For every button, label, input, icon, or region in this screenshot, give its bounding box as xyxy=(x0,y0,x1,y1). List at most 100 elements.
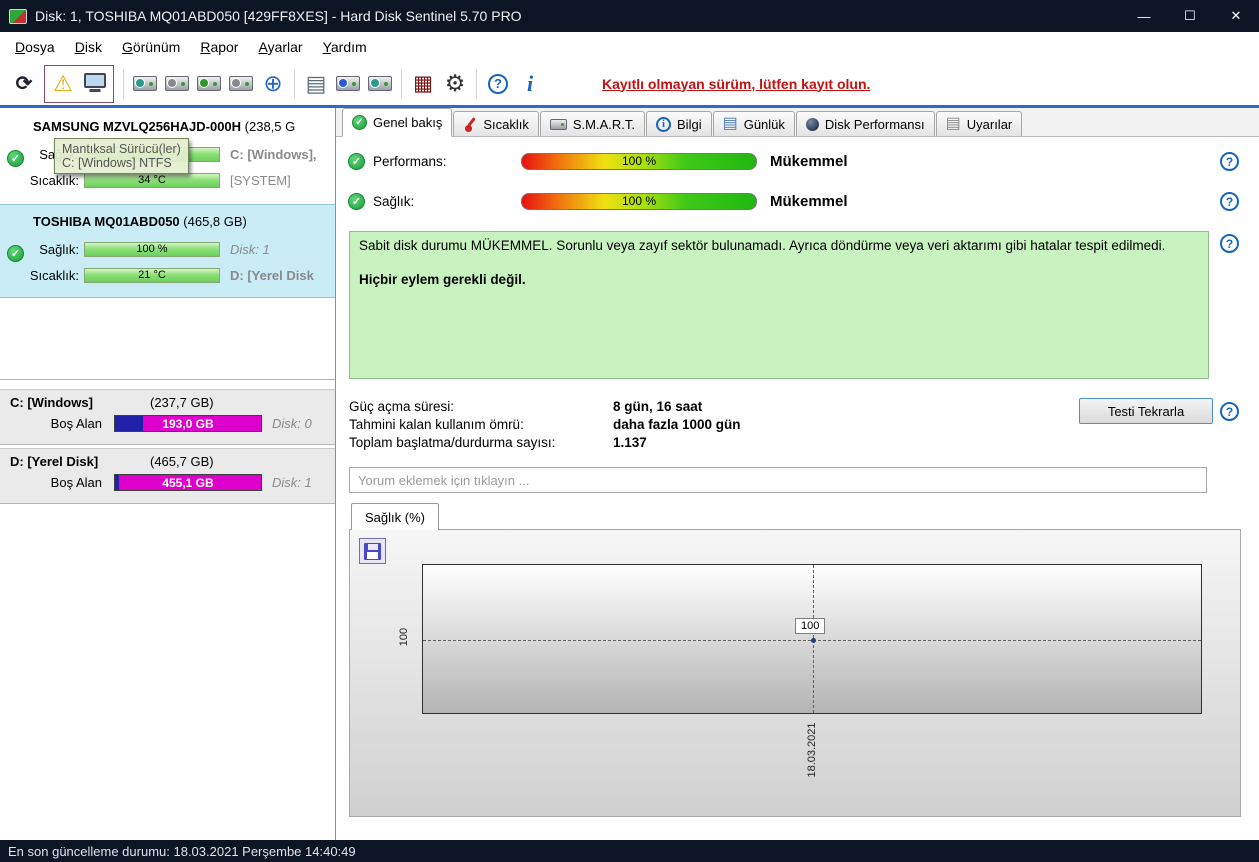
tab-uyarilar[interactable]: ▤ Uyarılar xyxy=(935,111,1023,136)
tab-label: Disk Performansı xyxy=(824,116,925,132)
refresh-status-icon[interactable]: ⟳ xyxy=(8,66,40,102)
menu-ayarlar[interactable]: Ayarlar xyxy=(248,35,312,59)
tabs-bar: ✓ Genel bakış Sıcaklık S.M.A.R.T. i Bilg… xyxy=(336,108,1259,137)
partition-item-d[interactable]: D: [Yerel Disk] (465,7 GB) Boş Alan 455,… xyxy=(0,448,335,504)
free-space-row: Boş Alan 193,0 GB Disk: 0 xyxy=(0,415,335,432)
system-overview-icon[interactable] xyxy=(79,66,111,102)
toolbar-disk-icon-2[interactable] xyxy=(161,66,193,102)
tooltip-line-1: Mantıksal Sürücü(ler) xyxy=(62,142,181,156)
menu-rapor[interactable]: Rapor xyxy=(190,35,248,59)
retest-button[interactable]: Testi Tekrarla xyxy=(1079,398,1213,424)
menu-yardim[interactable]: Yardım xyxy=(313,35,377,59)
help-question-icon[interactable]: ? xyxy=(1220,402,1239,421)
chart-y-axis-label: 100 xyxy=(398,627,410,647)
network-icon[interactable]: ⊕ xyxy=(257,66,289,102)
hdd-icon xyxy=(165,76,189,91)
help-question-icon[interactable]: ? xyxy=(1220,192,1239,211)
partition-name: C: [Windows] xyxy=(10,395,93,410)
temperature-value: 21 °C xyxy=(138,269,166,281)
chart-point-label: 100 xyxy=(795,618,826,634)
menu-bar: Dosya Disk Görünüm Rapor Ayarlar Yardım xyxy=(0,32,1259,62)
disk-title: SAMSUNG MZVLQ256HAJD-000H (238,5 G xyxy=(33,119,333,134)
app-window: Disk: 1, TOSHIBA MQ01ABD050 [429FF8XES] … xyxy=(0,0,1259,862)
disk-item-toshiba-selected[interactable]: ✓ TOSHIBA MQ01ABD050 (465,8 GB) Sağlık: … xyxy=(0,204,335,298)
overview-content: ✓ Performans: 100 % Mükemmel ? ✓ Sağlık:… xyxy=(336,137,1259,840)
toolbar-disk-icon-3[interactable] xyxy=(193,66,225,102)
disk-name: SAMSUNG MZVLQ256HAJD-000H xyxy=(33,119,242,134)
hdd-icon xyxy=(197,76,221,91)
alerts-doc-icon: ▤ xyxy=(945,115,961,132)
window-controls: — ☐ ✕ xyxy=(1121,0,1259,32)
comment-input[interactable] xyxy=(349,467,1207,493)
health-row: Sağlık: 100 % Disk: 1 xyxy=(0,241,335,257)
help-question-icon[interactable]: ? xyxy=(1220,234,1239,253)
tab-label: Sıcaklık xyxy=(483,116,529,132)
surface-test-icon[interactable]: ▦ xyxy=(407,66,439,102)
info-icon[interactable]: i xyxy=(514,66,546,102)
tab-genel-bakis[interactable]: ✓ Genel bakış xyxy=(342,108,453,137)
tab-disk-performansi[interactable]: Disk Performansı xyxy=(795,111,935,136)
free-space-value: 455,1 GB xyxy=(162,475,214,490)
performance-ok-icon: ✓ xyxy=(348,152,365,170)
menu-gorunum[interactable]: Görünüm xyxy=(112,35,190,59)
hdd-icon xyxy=(133,76,157,91)
partition-item-c[interactable]: C: [Windows] (237,7 GB) Boş Alan 193,0 G… xyxy=(0,389,335,445)
info-row: Tahmini kalan kullanım ömrü: daha fazla … xyxy=(349,417,741,434)
report-icon[interactable]: ▤ xyxy=(300,66,332,102)
info-label: Güç açma süresi: xyxy=(349,399,455,414)
minimize-icon[interactable]: — xyxy=(1121,0,1167,32)
chart-x-axis-label: 18.03.2021 xyxy=(806,722,818,778)
disk-number: Disk: 0 xyxy=(272,416,312,431)
toolbar-separator xyxy=(476,68,477,99)
drive-letters: D: [Yerel Disk xyxy=(230,267,314,283)
temperature-value: 34 °C xyxy=(138,174,166,186)
info-label: Tahmini kalan kullanım ömrü: xyxy=(349,417,524,432)
disk-number: Disk: 1 xyxy=(272,475,312,490)
disk-name: TOSHIBA MQ01ABD050 xyxy=(33,214,180,229)
free-space-label: Boş Alan xyxy=(50,475,102,490)
hdd-icon xyxy=(336,76,360,91)
help-icon[interactable]: ? xyxy=(482,66,514,102)
tab-gunluk[interactable]: ▤ Günlük xyxy=(712,111,795,136)
chart-data-point xyxy=(811,638,816,643)
performance-value: 100 % xyxy=(621,154,657,168)
info-row: Toplam başlatma/durdurma sayısı: 1.137 xyxy=(349,435,647,452)
health-row: ✓ Sağlık: 100 % Mükemmel xyxy=(348,191,848,211)
help-question-icon[interactable]: ? xyxy=(1220,152,1239,171)
health-chart-panel: 100 100 18.03.2021 xyxy=(349,529,1241,817)
tab-bilgi[interactable]: i Bilgi xyxy=(646,111,712,136)
settings-gear-icon[interactable]: ⚙ xyxy=(439,66,471,102)
info-value: daha fazla 1000 gün xyxy=(613,417,741,432)
monitor-icon xyxy=(84,73,106,88)
performance-rating: Mükemmel xyxy=(770,152,848,170)
tab-label: Uyarılar xyxy=(966,116,1013,132)
hdd-icon xyxy=(368,76,392,91)
info-value: 1.137 xyxy=(613,435,647,450)
maximize-icon[interactable]: ☐ xyxy=(1167,0,1213,32)
app-icon xyxy=(9,8,27,24)
tab-smart[interactable]: S.M.A.R.T. xyxy=(539,111,646,136)
toolbar-disk-icon-4[interactable] xyxy=(225,66,257,102)
temperature-bar: 34 °C xyxy=(84,172,220,188)
tab-label: Bilgi xyxy=(677,116,702,132)
save-chart-button[interactable] xyxy=(359,538,386,564)
tab-sicaklik[interactable]: Sıcaklık xyxy=(453,111,539,136)
toolbar-disk-icon-1[interactable] xyxy=(129,66,161,102)
free-space-bar: 455,1 GB xyxy=(114,474,262,491)
tab-label: S.M.A.R.T. xyxy=(572,116,636,132)
health-value: 100 % xyxy=(621,194,657,208)
chart-tab-saglik[interactable]: Sağlık (%) xyxy=(351,503,439,530)
menu-dosya[interactable]: Dosya xyxy=(5,35,65,59)
register-notice-link[interactable]: Kayıtlı olmayan sürüm, lütfen kayıt olun… xyxy=(602,76,870,92)
tooltip-line-2: C: [Windows] NTFS xyxy=(62,156,172,170)
overview-check-icon: ✓ xyxy=(352,115,367,130)
health-ok-icon: ✓ xyxy=(348,192,365,210)
refresh-disk-icon[interactable] xyxy=(332,66,364,102)
performance-label: Performans: xyxy=(373,153,447,169)
warning-icon[interactable]: ⚠ xyxy=(47,66,79,102)
menu-disk[interactable]: Disk xyxy=(65,35,112,59)
close-icon[interactable]: ✕ xyxy=(1213,0,1259,32)
free-space-bar: 193,0 GB xyxy=(114,415,262,432)
network-disk-icon[interactable] xyxy=(364,66,396,102)
health-rating: Mükemmel xyxy=(770,192,848,210)
